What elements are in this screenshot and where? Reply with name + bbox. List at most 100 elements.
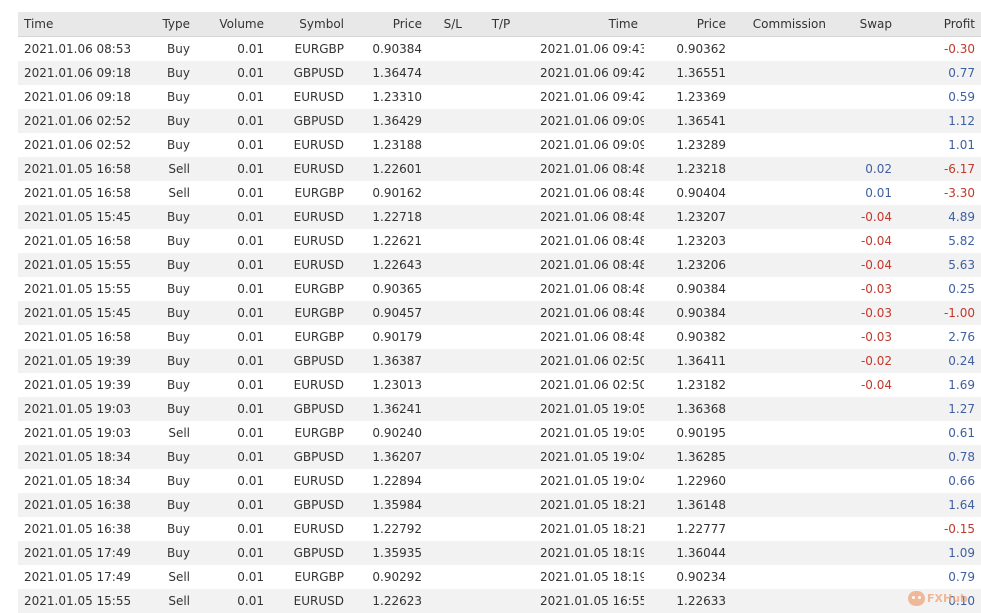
- col-header-volume[interactable]: Volume: [196, 12, 270, 37]
- cell-open-price: 1.22643: [350, 253, 428, 277]
- table-row[interactable]: 2021.01.05 19:03Buy0.01GBPUSD1.362412021…: [18, 397, 981, 421]
- col-header-sl[interactable]: S/L: [428, 12, 468, 37]
- table-row[interactable]: 2021.01.05 19:03Sell0.01EURGBP0.90240202…: [18, 421, 981, 445]
- cell-tp: [468, 589, 534, 613]
- cell-open-time: 2021.01.05 16:58: [18, 325, 130, 349]
- cell-volume: 0.01: [196, 133, 270, 157]
- col-header-profit[interactable]: Profit: [898, 12, 981, 37]
- table-row[interactable]: 2021.01.05 16:38Buy0.01EURUSD1.227922021…: [18, 517, 981, 541]
- table-row[interactable]: 2021.01.06 09:18Buy0.01GBPUSD1.364742021…: [18, 61, 981, 85]
- cell-tp: [468, 85, 534, 109]
- cell-tp: [468, 565, 534, 589]
- cell-volume: 0.01: [196, 85, 270, 109]
- table-row[interactable]: 2021.01.05 16:58Buy0.01EURUSD1.226212021…: [18, 229, 981, 253]
- cell-open-price: 0.90162: [350, 181, 428, 205]
- cell-profit: 0.79: [898, 565, 981, 589]
- cell-swap: [832, 493, 898, 517]
- table-row[interactable]: 2021.01.06 08:53Buy0.01EURGBP0.903842021…: [18, 37, 981, 62]
- cell-type: Sell: [130, 589, 196, 613]
- cell-sl: [428, 325, 468, 349]
- cell-swap: [832, 133, 898, 157]
- cell-type: Buy: [130, 541, 196, 565]
- cell-swap: [832, 589, 898, 613]
- table-row[interactable]: 2021.01.06 02:52Buy0.01EURUSD1.231882021…: [18, 133, 981, 157]
- cell-profit: 4.89: [898, 205, 981, 229]
- col-header-close-time[interactable]: Time: [534, 12, 644, 37]
- table-row[interactable]: 2021.01.05 16:38Buy0.01GBPUSD1.359842021…: [18, 493, 981, 517]
- cell-tp: [468, 37, 534, 62]
- cell-profit: 5.63: [898, 253, 981, 277]
- col-header-close-price[interactable]: Price: [644, 12, 732, 37]
- col-header-type[interactable]: Type: [130, 12, 196, 37]
- cell-sl: [428, 277, 468, 301]
- cell-profit: -3.30: [898, 181, 981, 205]
- cell-volume: 0.01: [196, 565, 270, 589]
- table-body: 2021.01.06 08:53Buy0.01EURGBP0.903842021…: [18, 37, 981, 613]
- cell-volume: 0.01: [196, 301, 270, 325]
- cell-symbol: EURUSD: [270, 373, 350, 397]
- table-row[interactable]: 2021.01.05 15:45Buy0.01EURUSD1.227182021…: [18, 205, 981, 229]
- table-row[interactable]: 2021.01.05 17:49Sell0.01EURGBP0.90292202…: [18, 565, 981, 589]
- table-row[interactable]: 2021.01.05 16:58Sell0.01EURGBP0.90162202…: [18, 181, 981, 205]
- cell-sl: [428, 229, 468, 253]
- table-row[interactable]: 2021.01.05 15:55Buy0.01EURUSD1.226432021…: [18, 253, 981, 277]
- cell-commission: [732, 373, 832, 397]
- cell-volume: 0.01: [196, 205, 270, 229]
- cell-symbol: GBPUSD: [270, 541, 350, 565]
- cell-type: Buy: [130, 397, 196, 421]
- col-header-open-time[interactable]: Time: [18, 12, 130, 37]
- table-row[interactable]: 2021.01.05 17:49Buy0.01GBPUSD1.359352021…: [18, 541, 981, 565]
- table-row[interactable]: 2021.01.06 09:18Buy0.01EURUSD1.233102021…: [18, 85, 981, 109]
- table-row[interactable]: 2021.01.05 16:58Sell0.01EURUSD1.22601202…: [18, 157, 981, 181]
- cell-open-price: 0.90365: [350, 277, 428, 301]
- cell-sl: [428, 157, 468, 181]
- cell-swap: -0.03: [832, 277, 898, 301]
- col-header-swap[interactable]: Swap: [832, 12, 898, 37]
- table-row[interactable]: 2021.01.05 18:34Buy0.01GBPUSD1.362072021…: [18, 445, 981, 469]
- col-header-open-price[interactable]: Price: [350, 12, 428, 37]
- cell-tp: [468, 373, 534, 397]
- cell-close-time: 2021.01.06 08:48: [534, 229, 644, 253]
- cell-open-price: 1.22623: [350, 589, 428, 613]
- cell-symbol: EURUSD: [270, 589, 350, 613]
- cell-close-price: 1.23289: [644, 133, 732, 157]
- cell-commission: [732, 325, 832, 349]
- col-header-commission[interactable]: Commission: [732, 12, 832, 37]
- table-row[interactable]: 2021.01.05 19:39Buy0.01EURUSD1.230132021…: [18, 373, 981, 397]
- table-row[interactable]: 2021.01.06 02:52Buy0.01GBPUSD1.364292021…: [18, 109, 981, 133]
- cell-close-time: 2021.01.06 09:09: [534, 133, 644, 157]
- cell-volume: 0.01: [196, 373, 270, 397]
- cell-open-time: 2021.01.05 16:58: [18, 229, 130, 253]
- col-header-tp[interactable]: T/P: [468, 12, 534, 37]
- cell-tp: [468, 349, 534, 373]
- cell-close-time: 2021.01.06 08:48: [534, 181, 644, 205]
- cell-open-time: 2021.01.06 02:52: [18, 133, 130, 157]
- table-row[interactable]: 2021.01.05 16:58Buy0.01EURGBP0.901792021…: [18, 325, 981, 349]
- cell-tp: [468, 61, 534, 85]
- cell-close-price: 1.36368: [644, 397, 732, 421]
- cell-swap: [832, 397, 898, 421]
- table-row[interactable]: 2021.01.05 18:34Buy0.01EURUSD1.228942021…: [18, 469, 981, 493]
- cell-tp: [468, 421, 534, 445]
- cell-sl: [428, 301, 468, 325]
- cell-volume: 0.01: [196, 445, 270, 469]
- col-header-symbol[interactable]: Symbol: [270, 12, 350, 37]
- cell-open-time: 2021.01.06 02:52: [18, 109, 130, 133]
- cell-swap: -0.04: [832, 205, 898, 229]
- cell-type: Buy: [130, 37, 196, 62]
- cell-type: Buy: [130, 325, 196, 349]
- cell-type: Buy: [130, 493, 196, 517]
- cell-close-price: 1.36551: [644, 61, 732, 85]
- cell-profit: 0.59: [898, 85, 981, 109]
- cell-swap: [832, 445, 898, 469]
- table-row[interactable]: 2021.01.05 15:55Sell0.01EURUSD1.22623202…: [18, 589, 981, 613]
- table-row[interactable]: 2021.01.05 15:45Buy0.01EURGBP0.904572021…: [18, 301, 981, 325]
- cell-volume: 0.01: [196, 181, 270, 205]
- table-row[interactable]: 2021.01.05 19:39Buy0.01GBPUSD1.363872021…: [18, 349, 981, 373]
- table-row[interactable]: 2021.01.05 15:55Buy0.01EURGBP0.903652021…: [18, 277, 981, 301]
- cell-sl: [428, 205, 468, 229]
- cell-symbol: EURUSD: [270, 253, 350, 277]
- cell-volume: 0.01: [196, 349, 270, 373]
- cell-symbol: EURUSD: [270, 133, 350, 157]
- cell-volume: 0.01: [196, 469, 270, 493]
